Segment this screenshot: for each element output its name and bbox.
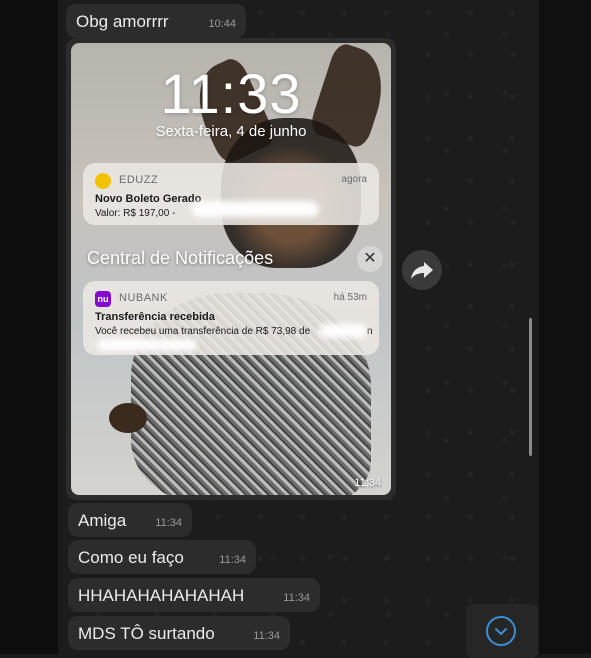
close-icon: ✕ [357, 246, 383, 272]
redaction-blur [319, 324, 367, 338]
forward-arrow-icon [411, 262, 433, 279]
dog-paw-shape [109, 403, 147, 433]
right-panel [539, 0, 591, 654]
notification-app-name: EDUZZ [119, 174, 159, 186]
message-time: 11:34 [253, 630, 280, 642]
message-text: Obg amorrrr [76, 12, 169, 31]
scroll-to-bottom-button[interactable] [466, 604, 538, 658]
message-bubble[interactable]: Amiga 11:34 [68, 503, 192, 537]
notification-time: agora [341, 174, 367, 185]
lock-screen-time: 11:33 [160, 62, 302, 125]
forward-button[interactable] [402, 250, 442, 290]
lock-screen-date: Sexta-feira, 4 de junho [155, 123, 307, 140]
message-time: 11:34 [283, 592, 310, 604]
notification-nubank: nu NUBANK há 53m Transferência recebida … [83, 281, 379, 355]
message-bubble[interactable]: MDS TÔ surtando 11:34 [68, 616, 290, 650]
message-time: 11:34 [219, 554, 246, 566]
notification-body-tail: n [367, 326, 373, 337]
redaction-blur [191, 201, 319, 217]
message-bubble[interactable]: Como eu faço 11:34 [68, 540, 256, 574]
message-text: Amiga [78, 511, 127, 530]
nubank-icon-label: nu [97, 294, 109, 304]
image-timestamp: 11:34 [354, 477, 381, 489]
message-text: MDS TÔ surtando [78, 624, 215, 643]
notification-body: Você recebeu uma transferência de R$ 73,… [95, 326, 311, 337]
notification-title: Transferência recebida [95, 311, 215, 323]
message-text: HHAHAHAHAHAHAH [78, 586, 245, 605]
left-panel [0, 0, 58, 654]
notification-app-name: NUBANK [119, 292, 168, 304]
notification-title: Novo Boleto Gerado [95, 193, 202, 205]
notification-eduzz: EDUZZ agora Novo Boleto Gerado Valor: R$… [83, 163, 379, 225]
chevron-down-icon [495, 628, 507, 635]
message-time: 11:34 [155, 517, 182, 529]
notification-center-label: Central de Notificações [87, 248, 274, 268]
message-time: 10:44 [208, 18, 236, 30]
scroll-down-circle [486, 616, 516, 646]
message-text: Como eu faço [78, 548, 184, 567]
screenshot-photo[interactable]: 11:33 Sexta-feira, 4 de junho EDUZZ agor… [71, 43, 391, 495]
message-bubble[interactable]: Obg amorrrr 10:44 [66, 4, 246, 38]
nubank-app-icon: nu [95, 291, 111, 307]
redaction-blur [97, 339, 197, 351]
eduzz-app-icon [95, 173, 111, 189]
scrollbar[interactable] [529, 318, 532, 456]
image-message[interactable]: 11:33 Sexta-feira, 4 de junho EDUZZ agor… [66, 38, 396, 500]
message-bubble[interactable]: HHAHAHAHAHAHAH 11:34 [68, 578, 320, 612]
notification-body: Valor: R$ 197,00 - [95, 208, 176, 219]
notification-time: há 53m [333, 292, 367, 303]
